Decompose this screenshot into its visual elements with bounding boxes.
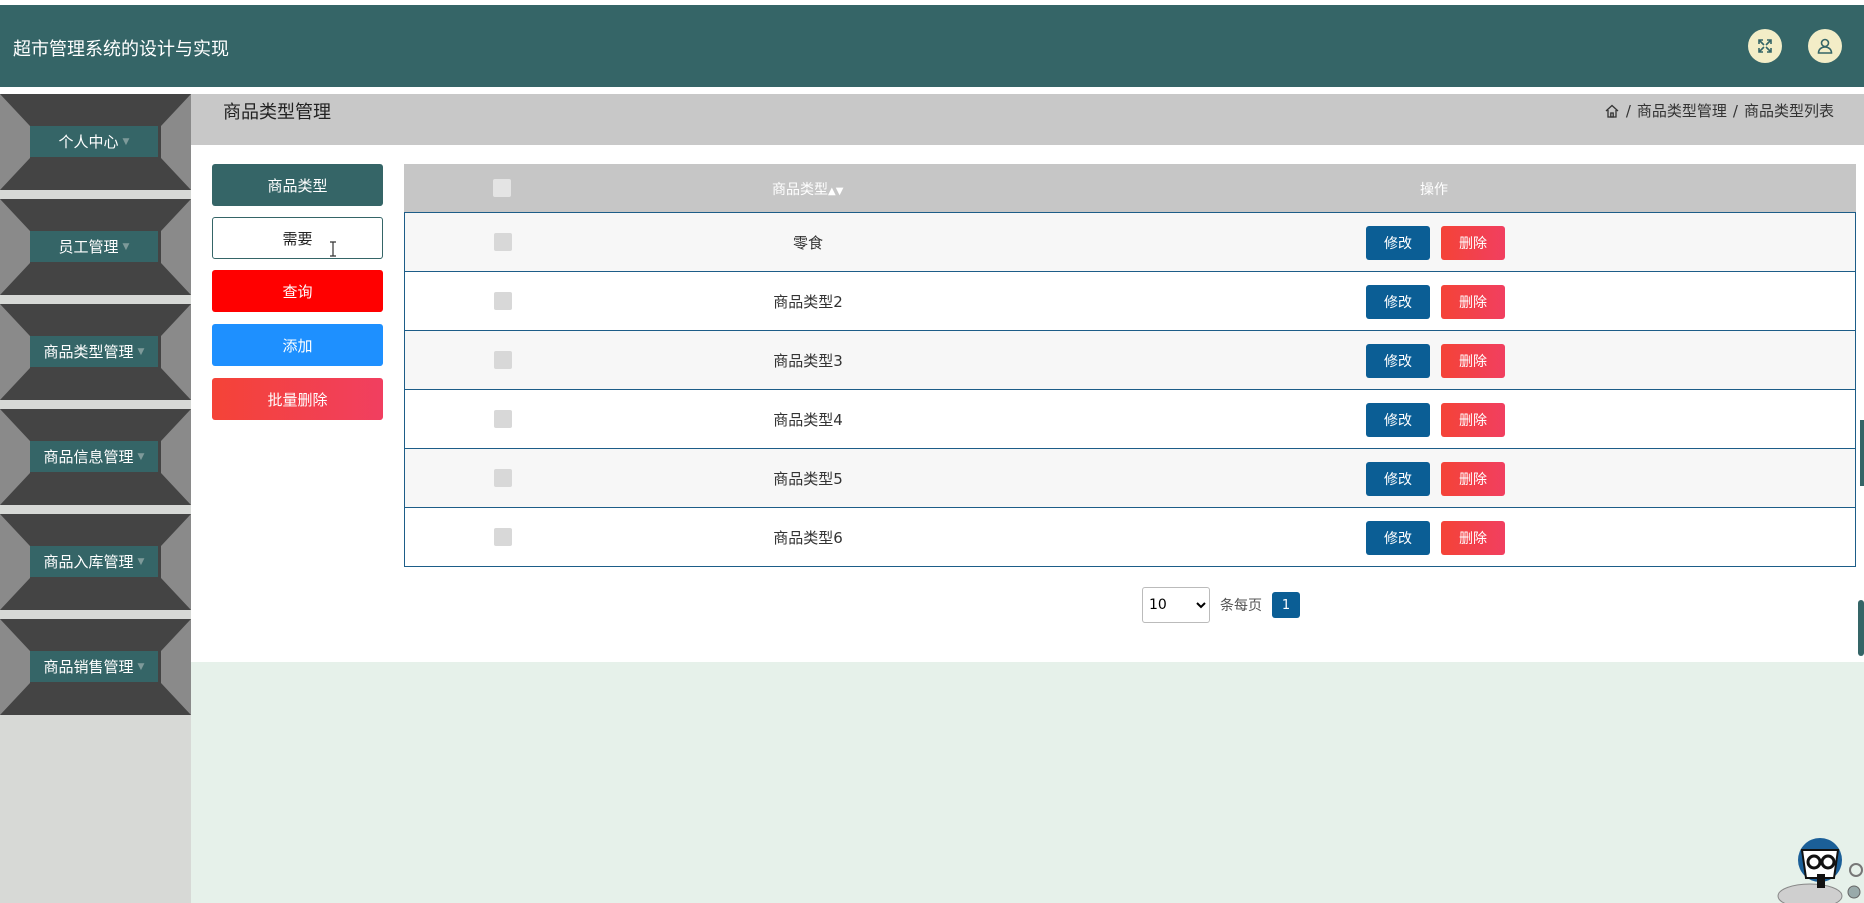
text-cursor-icon — [330, 241, 336, 257]
page-number-button[interactable]: 1 — [1272, 592, 1300, 618]
delete-button[interactable]: 删除 — [1441, 344, 1505, 378]
page-size-label: 条每页 — [1220, 598, 1262, 614]
row-type-name: 商品类型4 — [773, 411, 843, 429]
column-header-actions: 操作 — [1420, 182, 1448, 198]
row-type-name: 零食 — [792, 234, 823, 252]
top-header: 超市管理系统的设计与实现 — [0, 5, 1864, 87]
sidebar-item-label: 员工管理 ▼ — [30, 231, 158, 262]
sidebar-item-stock-in[interactable]: 商品入库管理 ▼ — [0, 514, 191, 610]
table-row: 商品类型4 修改 删除 — [405, 389, 1855, 448]
chevron-down-icon: ▼ — [122, 241, 130, 252]
user-button[interactable] — [1808, 29, 1842, 63]
expand-icon — [1758, 39, 1772, 53]
chevron-down-icon: ▼ — [137, 346, 145, 357]
sidebar: 个人中心 ▼ 员工管理 ▼ 商品类型管理 ▼ 商品信息管理 ▼ 商品入库管理 ▼ 商品销售… — [0, 94, 191, 903]
app-title: 超市管理系统的设计与实现 — [13, 39, 229, 60]
row-type-name: 商品类型3 — [773, 352, 843, 370]
delete-button[interactable]: 删除 — [1441, 403, 1505, 437]
sidebar-item-label: 商品信息管理 ▼ — [30, 441, 158, 472]
sidebar-item-label: 商品类型管理 ▼ — [30, 336, 158, 367]
scroll-marker — [1860, 420, 1864, 486]
chevron-down-icon: ▼ — [137, 661, 145, 672]
edit-button[interactable]: 修改 — [1366, 285, 1430, 319]
user-icon — [1817, 38, 1833, 54]
row-checkbox[interactable] — [494, 469, 512, 487]
sidebar-item-product-type[interactable]: 商品类型管理 ▼ — [0, 304, 191, 400]
delete-button[interactable]: 删除 — [1441, 285, 1505, 319]
row-checkbox[interactable] — [494, 292, 512, 310]
row-type-name: 商品类型6 — [773, 529, 843, 547]
sidebar-item-label: 商品入库管理 ▼ — [30, 546, 158, 577]
edit-button[interactable]: 修改 — [1366, 344, 1430, 378]
breadcrumb-item: 商品类型列表 — [1743, 102, 1834, 120]
select-all-checkbox[interactable] — [493, 179, 511, 197]
sidebar-item-sales[interactable]: 商品销售管理 ▼ — [0, 619, 191, 715]
fullscreen-button[interactable] — [1748, 29, 1782, 63]
home-icon[interactable] — [1604, 103, 1620, 119]
table-row: 商品类型3 修改 删除 — [405, 330, 1855, 389]
sidebar-item-staff[interactable]: 员工管理 ▼ — [0, 199, 191, 295]
sort-icon[interactable]: ▲▼ — [828, 186, 843, 197]
chevron-down-icon: ▼ — [122, 136, 130, 147]
sidebar-item-label: 个人中心 ▼ — [30, 126, 158, 157]
table-row: 零食 修改 删除 — [405, 212, 1855, 271]
breadcrumb-separator: / — [1625, 101, 1631, 120]
mascot-widget-icon[interactable] — [1762, 830, 1864, 903]
edit-button[interactable]: 修改 — [1366, 226, 1430, 260]
row-type-name: 商品类型5 — [773, 470, 843, 488]
page-header: 商品类型管理 / 商品类型管理 / 商品类型列表 — [191, 94, 1864, 145]
search-input[interactable]: 需要 — [212, 217, 383, 259]
search-input-value: 需要 — [282, 229, 313, 248]
pagination: 10 条每页 1 — [1142, 587, 1300, 623]
sidebar-item-label: 商品销售管理 ▼ — [30, 651, 158, 682]
page-background — [191, 662, 1864, 903]
page-title: 商品类型管理 — [223, 102, 331, 123]
breadcrumb: / 商品类型管理 / 商品类型列表 — [1604, 100, 1834, 121]
edit-button[interactable]: 修改 — [1366, 462, 1430, 496]
search-field-label: 商品类型 — [212, 164, 383, 206]
table-row: 商品类型2 修改 删除 — [405, 271, 1855, 330]
page-size-select[interactable]: 10 — [1142, 587, 1210, 623]
breadcrumb-separator: / — [1732, 101, 1738, 120]
table-row: 商品类型5 修改 删除 — [405, 448, 1855, 507]
table-header: 商品类型▲▼ 操作 — [404, 164, 1856, 212]
breadcrumb-item[interactable]: 商品类型管理 — [1637, 100, 1727, 121]
row-checkbox[interactable] — [494, 410, 512, 428]
add-button[interactable]: 添加 — [212, 324, 383, 366]
row-checkbox[interactable] — [494, 233, 512, 251]
row-type-name: 商品类型2 — [773, 293, 843, 311]
sidebar-item-personal-center[interactable]: 个人中心 ▼ — [0, 94, 191, 190]
product-type-table: 商品类型▲▼ 操作 零食 修改 删除 商品类型2 修改 删除 商品类型3 修改 … — [404, 164, 1856, 567]
row-checkbox[interactable] — [494, 528, 512, 546]
chevron-down-icon: ▼ — [137, 451, 145, 462]
delete-button[interactable]: 删除 — [1441, 521, 1505, 555]
row-checkbox[interactable] — [494, 351, 512, 369]
delete-button[interactable]: 删除 — [1441, 462, 1505, 496]
batch-delete-button[interactable]: 批量删除 — [212, 378, 383, 420]
delete-button[interactable]: 删除 — [1441, 226, 1505, 260]
chevron-down-icon: ▼ — [137, 556, 145, 567]
column-header-type[interactable]: 商品类型▲▼ — [772, 179, 843, 199]
edit-button[interactable]: 修改 — [1366, 403, 1430, 437]
sidebar-item-product-info[interactable]: 商品信息管理 ▼ — [0, 409, 191, 505]
table-row: 商品类型6 修改 删除 — [405, 507, 1855, 566]
scrollbar-thumb[interactable] — [1858, 600, 1864, 656]
query-button[interactable]: 查询 — [212, 270, 383, 312]
edit-button[interactable]: 修改 — [1366, 521, 1430, 555]
